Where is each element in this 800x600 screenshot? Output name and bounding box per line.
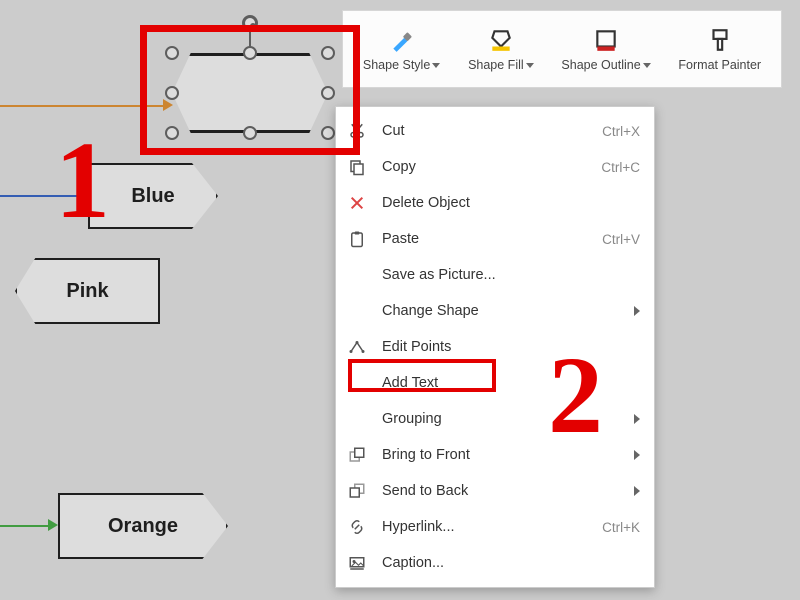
chevron-down-icon [526, 63, 534, 68]
context-menu: Cut Ctrl+X Copy Ctrl+C Delete Object Pas… [335, 106, 655, 588]
shape-orange[interactable]: Orange [58, 493, 228, 559]
shape-outline-button[interactable]: Shape Outline [561, 26, 650, 72]
delete-icon [346, 192, 368, 214]
menu-bring-front[interactable]: Bring to Front [336, 437, 654, 473]
handle-se[interactable] [321, 126, 335, 140]
shape-outline-label: Shape Outline [561, 58, 640, 72]
paste-icon [346, 228, 368, 250]
format-painter-icon [706, 26, 734, 54]
handle-sw[interactable] [165, 126, 179, 140]
submenu-arrow-icon [634, 414, 640, 424]
hyperlink-icon [346, 516, 368, 538]
bringfront-icon [346, 444, 368, 466]
hex-shape[interactable] [172, 53, 328, 133]
orange-arrow-top [0, 105, 165, 107]
submenu-arrow-icon [634, 450, 640, 460]
rotate-handle[interactable] [242, 15, 258, 31]
menu-send-back[interactable]: Send to Back [336, 473, 654, 509]
cut-icon [346, 120, 368, 142]
handle-nw[interactable] [165, 46, 179, 60]
shape-toolbar: Shape Style Shape Fill Shape Outline For… [342, 10, 782, 88]
submenu-arrow-icon [634, 486, 640, 496]
format-painter-button[interactable]: Format Painter [678, 26, 761, 72]
menu-cut[interactable]: Cut Ctrl+X [336, 113, 654, 149]
green-arrowhead [48, 519, 58, 531]
green-arrow [0, 525, 50, 527]
caption-icon [346, 552, 368, 574]
sendback-icon [346, 480, 368, 502]
bucket-icon [487, 26, 515, 54]
menu-hyperlink-label: Hyperlink... [382, 519, 588, 535]
menu-save-picture[interactable]: Save as Picture... [336, 257, 654, 293]
handle-n[interactable] [243, 46, 257, 60]
editpoints-icon [346, 336, 368, 358]
menu-paste-label: Paste [382, 231, 588, 247]
menu-delete[interactable]: Delete Object [336, 185, 654, 221]
outline-icon [592, 26, 620, 54]
menu-grouping[interactable]: Grouping [336, 401, 654, 437]
format-painter-label: Format Painter [678, 58, 761, 72]
shape-fill-button[interactable]: Shape Fill [468, 26, 534, 72]
handle-w[interactable] [165, 86, 179, 100]
menu-caption[interactable]: Caption... [336, 545, 654, 581]
menu-hyperlink[interactable]: Hyperlink... Ctrl+K [336, 509, 654, 545]
shape-blue-label: Blue [131, 185, 174, 208]
menu-change-shape[interactable]: Change Shape [336, 293, 654, 329]
shape-orange-label: Orange [108, 515, 178, 538]
menu-copy-label: Copy [382, 159, 587, 175]
chevron-down-icon [643, 63, 651, 68]
menu-cut-shortcut: Ctrl+X [602, 124, 640, 139]
step-number-1: 1 [55, 125, 110, 235]
menu-paste-shortcut: Ctrl+V [602, 232, 640, 247]
menu-delete-label: Delete Object [382, 195, 640, 211]
menu-copy-shortcut: Ctrl+C [601, 160, 640, 175]
chevron-down-icon [432, 63, 440, 68]
shape-fill-label: Shape Fill [468, 58, 524, 72]
menu-cut-label: Cut [382, 123, 588, 139]
shape-pink[interactable]: Pink [15, 258, 160, 324]
menu-add-text[interactable]: Add Text [336, 365, 654, 401]
step-number-2: 2 [548, 340, 603, 450]
menu-hyperlink-shortcut: Ctrl+K [602, 520, 640, 535]
handle-ne[interactable] [321, 46, 335, 60]
selected-shape[interactable] [150, 35, 350, 150]
menu-caption-label: Caption... [382, 555, 640, 571]
copy-icon [346, 156, 368, 178]
menu-change-shape-label: Change Shape [382, 303, 620, 319]
menu-copy[interactable]: Copy Ctrl+C [336, 149, 654, 185]
submenu-arrow-icon [634, 306, 640, 316]
shape-style-button[interactable]: Shape Style [363, 26, 440, 72]
handle-s[interactable] [243, 126, 257, 140]
menu-send-back-label: Send to Back [382, 483, 620, 499]
menu-paste[interactable]: Paste Ctrl+V [336, 221, 654, 257]
menu-save-picture-label: Save as Picture... [382, 267, 640, 283]
brush-icon [388, 26, 416, 54]
menu-edit-points[interactable]: Edit Points [336, 329, 654, 365]
handle-e[interactable] [321, 86, 335, 100]
shape-pink-label: Pink [66, 280, 108, 303]
shape-style-label: Shape Style [363, 58, 430, 72]
